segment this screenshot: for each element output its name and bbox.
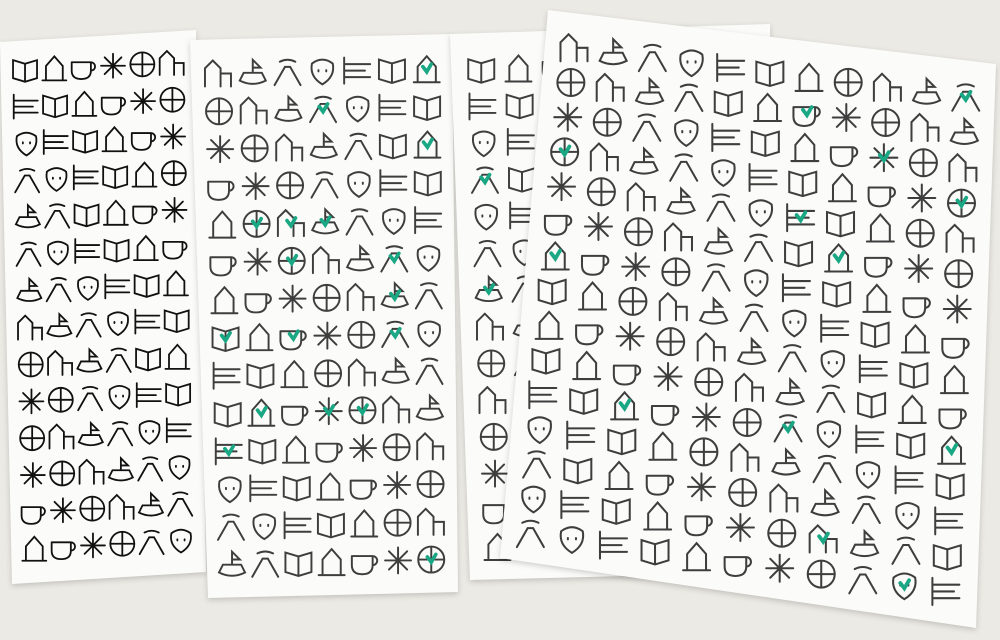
compass-rose-icon <box>160 160 187 187</box>
snowflake-icon <box>313 321 342 350</box>
puffin-icon <box>806 559 836 589</box>
troll-face-icon <box>348 396 377 425</box>
puffin-icon <box>732 407 762 438</box>
lighthouse-icon <box>79 495 106 522</box>
compass-rose-icon <box>833 67 863 97</box>
compass-rose-icon <box>314 359 343 388</box>
compass-rose-icon <box>19 425 46 452</box>
snowflake-icon <box>553 102 583 132</box>
ship-wheel-icon <box>686 472 716 502</box>
troll-face-icon <box>871 107 901 138</box>
lighthouse-icon <box>382 433 411 462</box>
puffin-icon <box>109 530 136 557</box>
puffin-icon <box>276 171 305 200</box>
tree-face-icon <box>278 284 307 313</box>
lighthouse-icon <box>767 518 797 548</box>
lighthouse-icon <box>240 134 269 163</box>
snowflake-icon <box>621 252 651 282</box>
snowflake-icon <box>18 388 45 415</box>
snowflake-icon <box>80 532 106 559</box>
snowflake-icon <box>241 172 270 201</box>
lighthouse-icon <box>623 217 653 247</box>
compass-rose-icon <box>383 508 412 537</box>
ship-wheel-icon <box>314 397 343 426</box>
snowflake-icon <box>160 123 187 150</box>
tree-face-icon <box>50 497 76 524</box>
troll-face-icon <box>586 177 616 207</box>
compass-rose-icon <box>689 437 719 467</box>
tree-face-icon <box>653 362 683 392</box>
snowflake-icon <box>691 402 721 432</box>
troll-face-icon <box>656 327 686 357</box>
puffin-icon <box>946 188 977 218</box>
puffin-icon <box>416 470 445 499</box>
tree-face-icon <box>206 135 235 164</box>
sheet-2 <box>190 34 458 598</box>
lighthouse-icon <box>556 67 586 98</box>
compass-rose-icon <box>550 137 580 167</box>
troll-face-icon <box>205 97 234 126</box>
ship-wheel-icon <box>831 102 861 133</box>
lighthouse-icon <box>312 283 341 312</box>
compass-rose-icon <box>618 286 648 316</box>
compass-rose-icon <box>905 218 935 248</box>
lighthouse-icon <box>159 86 186 113</box>
ship-wheel-icon <box>161 197 188 223</box>
ship-wheel-icon <box>100 52 126 79</box>
tree-face-icon <box>869 143 899 173</box>
lighthouse-icon <box>694 367 724 397</box>
puffin-icon <box>661 257 691 287</box>
tree-face-icon <box>130 88 156 115</box>
snowflake-icon <box>383 470 412 499</box>
lighthouse-icon <box>908 148 938 178</box>
puffin-icon <box>477 349 506 378</box>
troll-face-icon <box>49 460 76 487</box>
snowflake-icon <box>907 183 937 213</box>
troll-face-icon <box>944 259 974 289</box>
photo-scene <box>0 0 1000 640</box>
lighthouse-icon <box>17 351 44 378</box>
troll-face-icon <box>728 477 758 508</box>
puffin-icon <box>347 320 376 349</box>
snowflake-icon <box>765 553 795 583</box>
troll-face-icon <box>479 422 508 451</box>
tree-face-icon <box>481 459 509 488</box>
ship-wheel-icon <box>547 172 577 202</box>
ship-wheel-icon <box>19 462 46 488</box>
tree-face-icon <box>725 512 755 543</box>
ship-wheel-icon <box>384 546 413 575</box>
puffin-icon <box>47 386 74 413</box>
sheet-1 <box>0 30 206 584</box>
ship-wheel-icon <box>243 247 272 276</box>
ship-wheel-icon <box>904 253 934 283</box>
sheet-4 <box>500 10 996 628</box>
troll-face-icon <box>129 51 156 78</box>
compass-rose-icon <box>242 209 271 238</box>
ship-wheel-icon <box>615 321 645 351</box>
tree-face-icon <box>583 212 613 242</box>
troll-face-icon <box>417 545 446 574</box>
tree-face-icon <box>349 434 378 463</box>
puffin-icon <box>592 107 622 137</box>
tree-face-icon <box>942 294 972 324</box>
troll-face-icon <box>277 246 306 275</box>
